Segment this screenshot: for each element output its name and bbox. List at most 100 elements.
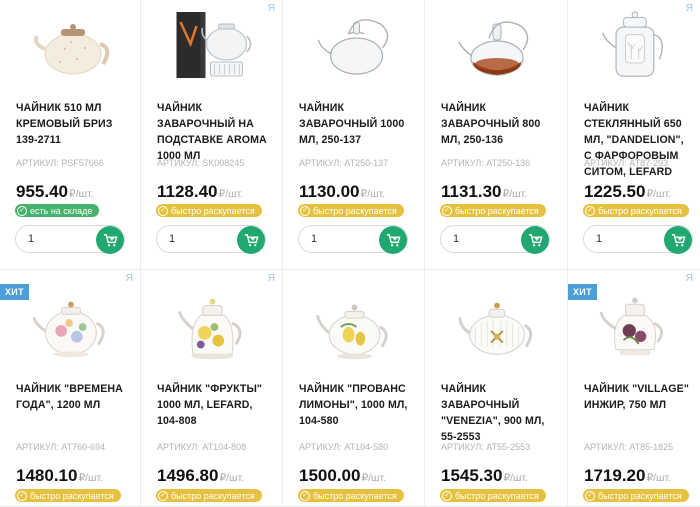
product-card[interactable]: ЧАЙНИК ЗАВАРОЧНЫЙ 800 МЛ, 250-136 АРТИКУ… [425,0,568,270]
cart-plus-icon [528,233,543,246]
price-unit: ₽/шт. [360,188,386,200]
check-icon: ✓ [17,205,27,216]
product-sku: АРТИКУЛ: SK008245 [157,158,245,168]
stock-status-badge: ✓ быстро раскупается [298,489,404,502]
product-sku: АРТИКУЛ: AT104-808 [157,442,247,452]
product-title[interactable]: ЧАЙНИК ЗАВАРОЧНЫЙ "VENEZIA", 900 МЛ, 55-… [441,381,559,445]
product-image[interactable] [439,286,553,366]
check-icon: ✓ [442,490,452,501]
add-to-cart-button[interactable] [379,226,407,254]
product-image[interactable] [155,286,268,366]
check-icon: ✓ [17,490,27,501]
product-card[interactable]: ЧАЙНИК 510 МЛ КРЕМОВЫЙ БРИЗ 139-2711 АРТ… [0,0,141,270]
product-card[interactable]: Я ЧАЙНИК ЗАВАРОЧНЫЙ НА ПОДСТАВКЕ AROMA 1… [141,0,283,270]
price-unit: ₽/шт. [361,472,387,484]
price-line: 1480.10₽/шт. [16,466,103,486]
check-icon: ✓ [158,490,168,501]
product-title[interactable]: ЧАЙНИК "ФРУКТЫ" 1000 МЛ, LEFARD, 104-808 [157,381,274,429]
cart-plus-icon [386,233,401,246]
product-image[interactable] [14,4,126,86]
quantity-input[interactable]: 1 [440,225,550,254]
yandex-market-icon: Я [267,3,275,14]
product-sku: АРТИКУЛ: AT760-694 [16,442,106,452]
product-title[interactable]: ЧАЙНИК "ВРЕМЕНА ГОДА", 1200 МЛ [16,381,132,413]
price-line: 1496.80₽/шт. [157,466,244,486]
stock-status-label: быстро раскупается [171,490,255,501]
product-title[interactable]: ЧАЙНИК ЗАВАРОЧНЫЙ НА ПОДСТАВКЕ AROMA 100… [157,100,274,164]
quantity-input[interactable]: 1 [583,225,693,254]
stock-status-badge: ✓ быстро раскупается [440,489,546,502]
product-title[interactable]: ЧАЙНИК "ПРОВАНС ЛИМОНЫ", 1000 МЛ, 104-58… [299,381,416,429]
product-sku: АРТИКУЛ: AT85-1825 [584,442,674,452]
stock-status-label: быстро раскупается [171,205,255,216]
product-price: 955.40 [16,182,68,201]
cart-plus-icon [671,233,686,246]
product-image[interactable] [297,4,410,86]
check-icon: ✓ [442,205,452,216]
stock-status-badge: ✓ быстро раскупается [15,489,121,502]
product-price: 1500.00 [299,466,361,485]
product-price: 1480.10 [16,466,78,485]
add-to-cart-button[interactable] [237,226,265,254]
check-icon: ✓ [158,205,168,216]
price-line: 1225.50₽/шт. [584,182,671,202]
stock-status-badge: ✓ быстро раскупается [156,204,262,217]
stock-status-label: быстро раскупается [598,490,682,501]
price-unit: ₽/шт. [219,472,245,484]
price-line: 1131.30₽/шт. [441,182,527,202]
add-to-cart-button[interactable] [96,226,124,254]
product-card[interactable]: ЧАЙНИК ЗАВАРОЧНЫЙ 1000 МЛ, 250-137 АРТИК… [283,0,425,270]
product-price: 1496.80 [157,466,219,485]
check-icon: ✓ [585,205,595,216]
product-title[interactable]: ЧАЙНИК ЗАВАРОЧНЫЙ 1000 МЛ, 250-137 [299,100,416,148]
product-image[interactable] [582,286,686,366]
add-to-cart-button[interactable] [664,226,692,254]
product-title[interactable]: ЧАЙНИК "VILLAGE" ИНЖИР, 750 МЛ [584,381,692,413]
price-line: 1500.00₽/шт. [299,466,386,486]
price-line: 1719.20₽/шт. [584,466,671,486]
quantity-input[interactable]: 1 [298,225,408,254]
product-card[interactable]: ХИТ Я ЧАЙНИК "ВРЕМЕНА ГОДА", 1200 МЛ АРТ… [0,270,141,507]
product-price: 1128.40 [157,182,218,201]
product-image[interactable] [439,4,553,86]
price-line: 1130.00₽/шт. [299,182,385,202]
cart-plus-icon [244,233,259,246]
product-card[interactable]: ЧАЙНИК ЗАВАРОЧНЫЙ "VENEZIA", 900 МЛ, 55-… [425,270,568,507]
product-card[interactable]: ХИТ Я ЧАЙНИК "VILLAGE" ИНЖИР, 750 МЛ АРТ… [568,270,700,507]
product-card[interactable]: ЧАЙНИК "ПРОВАНС ЛИМОНЫ", 1000 МЛ, 104-58… [283,270,425,507]
stock-status-label: быстро раскупается [455,205,539,216]
product-card[interactable]: Я ЧАЙНИК СТЕКЛЯННЫЙ 650 МЛ, "DANDELION",… [568,0,700,270]
product-card[interactable]: Я ЧАЙНИК "ФРУКТЫ" 1000 МЛ, LEFARD, 104-8… [141,270,283,507]
product-title[interactable]: ЧАЙНИК 510 МЛ КРЕМОВЫЙ БРИЗ 139-2711 [16,100,132,148]
stock-status-label: быстро раскупается [30,490,114,501]
stock-status-label: быстро раскупается [455,490,539,501]
check-icon: ✓ [300,490,310,501]
product-sku: АРТИКУЛ: AT87-293 [584,158,669,168]
product-image[interactable] [14,286,126,366]
add-to-cart-button[interactable] [521,226,549,254]
price-unit: ₽/шт. [646,188,672,200]
stock-status-badge: ✓ есть на складе [15,204,100,217]
yandex-market-icon: Я [685,3,693,14]
product-sku: АРТИКУЛ: AT250-137 [299,158,389,168]
product-sku: АРТИКУЛ: AT55-2553 [441,442,531,452]
price-unit: ₽/шт. [646,472,672,484]
product-title[interactable]: ЧАЙНИК СТЕКЛЯННЫЙ 650 МЛ, "DANDELION", С… [584,100,692,180]
quantity-input[interactable]: 1 [15,225,125,254]
price-unit: ₽/шт. [218,188,244,200]
product-grid: ЧАЙНИК 510 МЛ КРЕМОВЫЙ БРИЗ 139-2711 АРТ… [0,0,700,507]
product-price: 1130.00 [299,182,360,201]
check-icon: ✓ [300,205,310,216]
product-sku: АРТИКУЛ: AT250-136 [441,158,531,168]
stock-status-badge: ✓ быстро раскупается [298,204,404,217]
product-sku: АРТИКУЛ: PSF57666 [16,158,104,168]
product-image[interactable] [297,286,410,366]
price-line: 1128.40₽/шт. [157,182,243,202]
price-unit: ₽/шт. [502,188,528,200]
product-image[interactable] [582,4,686,86]
quantity-input[interactable]: 1 [156,225,266,254]
product-image[interactable] [155,4,268,86]
product-title[interactable]: ЧАЙНИК ЗАВАРОЧНЫЙ 800 МЛ, 250-136 [441,100,559,148]
stock-status-label: быстро раскупается [313,490,397,501]
stock-status-label: есть на складе [30,205,93,216]
